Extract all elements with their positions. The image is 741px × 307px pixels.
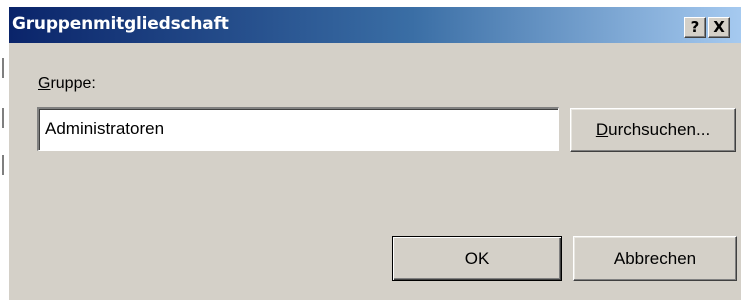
group-label-accelerator: G [38,75,51,92]
browse-accelerator: D [595,120,609,139]
group-input[interactable]: Administratoren [37,107,559,151]
close-button[interactable]: X [708,17,730,38]
background-window-edge [2,155,4,175]
help-icon: ? [690,18,700,36]
cancel-button[interactable]: Abbrechen [573,236,737,281]
group-label: Gruppe: [38,75,96,93]
help-button[interactable]: ? [684,17,706,38]
group-membership-dialog: Gruppenmitgliedschaft ? X Gruppe: Admini… [8,6,741,300]
background-window-edge [2,108,4,128]
browse-label: urchsuchen... [608,120,711,139]
group-label-text: ruppe: [50,75,96,92]
background-window-edge [2,58,4,78]
ok-button[interactable]: OK [392,236,562,281]
close-icon: X [713,18,725,36]
window-title: Gruppenmitgliedschaft [12,14,229,34]
browse-button[interactable]: Durchsuchen... [570,108,736,152]
title-bar[interactable]: Gruppenmitgliedschaft ? X [9,7,741,43]
